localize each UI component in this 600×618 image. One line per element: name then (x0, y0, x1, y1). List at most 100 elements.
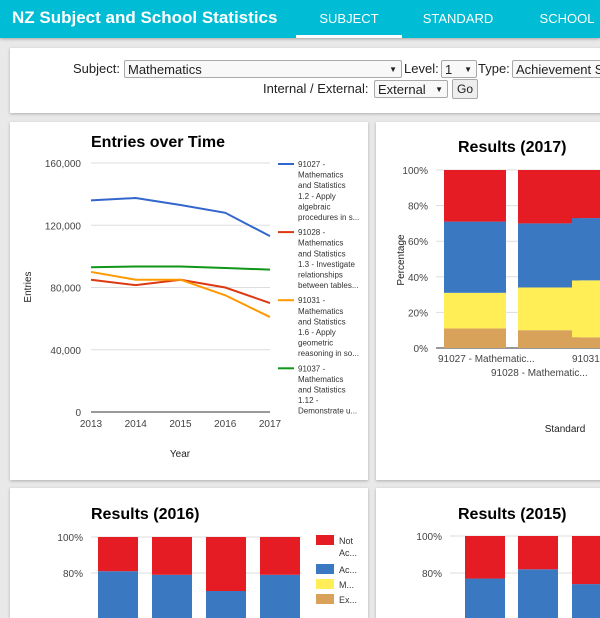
tab-standard[interactable]: STANDARD (405, 0, 511, 38)
legend-label: Mathematics (298, 239, 343, 248)
legend-label: 1.12 - (298, 396, 319, 405)
bar-segment (152, 574, 192, 618)
bar-segment (206, 591, 246, 618)
x-tick-label: 91031 - Math (572, 354, 600, 365)
y-axis-label: Entries (23, 271, 34, 302)
bar-segment (572, 218, 600, 281)
app-title: NZ Subject and School Statistics (12, 8, 278, 27)
internal-external-select[interactable]: External ▼ (374, 80, 448, 98)
bar-segment (444, 170, 506, 222)
entries-chart-card: Entries over Time 0 40,000 80,000 120,000 160… (10, 122, 368, 480)
legend-label: and Statistics (298, 249, 346, 258)
legend-label: and Statistics (298, 386, 346, 395)
y-tick-label: 0 (75, 408, 81, 419)
results-2016-chart: Results (2016) 80% 100% Not Ac... Ac... M... Ex… (57, 506, 357, 618)
legend-label: 91037 - (298, 364, 325, 373)
y-tick-label: 80% (63, 569, 83, 580)
y-tick-label: 40% (408, 273, 428, 284)
legend-label: 1.6 - Apply (298, 328, 336, 337)
subject-select-value: Mathematics (128, 62, 202, 77)
legend-label: Mathematics (298, 375, 343, 384)
legend-label: 91031 - (298, 296, 325, 305)
bar-segment (518, 170, 580, 224)
results-2015-chart: Results (2015) 80% 100% (416, 506, 600, 618)
x-tick-label: 91028 - Mathematic... (491, 368, 588, 379)
type-select-value: Achievement S (516, 62, 600, 77)
type-select[interactable]: Achievement S (512, 60, 600, 78)
bar-segment (518, 223, 580, 288)
y-tick-label: 80% (422, 569, 442, 580)
x-tick-label: 2015 (169, 419, 192, 430)
chart-title: Results (2016) (91, 506, 200, 523)
subject-label: Subject: (73, 61, 120, 76)
legend-label: Mathematics (298, 307, 343, 316)
legend-label: Mathematics (298, 171, 343, 180)
legend-label: Ac... (339, 565, 357, 575)
bar-segment (98, 571, 138, 618)
legend-label: between tables... (298, 281, 358, 290)
bar-segment (206, 537, 246, 591)
y-tick-label: 100% (402, 166, 428, 177)
x-tick-label: 2013 (80, 419, 103, 430)
legend-label: 91027 - (298, 160, 325, 169)
bar-segment (572, 170, 600, 219)
x-tick-label: 2014 (125, 419, 148, 430)
legend-label: Not (339, 536, 354, 546)
x-tick-label: 2016 (214, 419, 237, 430)
level-select-value: 1 (445, 62, 453, 77)
subject-select[interactable]: Mathematics ▼ (124, 60, 402, 78)
bar-segment (152, 537, 192, 575)
go-button[interactable]: Go (452, 79, 478, 99)
legend-swatch (316, 564, 334, 574)
legend-label: algebraic (298, 202, 330, 211)
legend-label: and Statistics (298, 181, 346, 190)
bar-segment (518, 287, 580, 331)
chevron-down-icon: ▼ (435, 85, 443, 94)
legend-swatch (316, 594, 334, 604)
legend-label: relationships (298, 271, 343, 280)
level-select[interactable]: 1 ▼ (441, 60, 477, 78)
bar-segment (444, 292, 506, 329)
internal-external-value: External (378, 82, 426, 97)
x-tick-label: 91027 - Mathematic... (438, 354, 535, 365)
x-axis-label: Year (170, 449, 191, 460)
results-2016-card: Results (2016) 80% 100% Not Ac... Ac... M... Ex… (10, 488, 368, 618)
bar-segment (518, 569, 558, 618)
y-tick-label: 120,000 (45, 221, 82, 232)
internal-external-label: Internal / External: (263, 81, 369, 96)
x-axis-label: Standard (545, 424, 586, 435)
y-tick-label: 60% (408, 237, 428, 248)
bar-segment (465, 578, 505, 618)
series-line (90, 197, 271, 238)
chart-title: Results (2017) (458, 139, 567, 156)
results-2017-card: Results (2017) 0% 20% 40% 60% 80% 100% 91027 - … (376, 122, 600, 480)
legend-label: Ac... (339, 548, 357, 558)
legend-label: procedures in s... (298, 213, 359, 222)
bar-segment (444, 221, 506, 293)
tab-subject[interactable]: SUBJECT (296, 0, 402, 38)
bar-segment (465, 536, 505, 579)
y-axis-label: Percentage (396, 234, 407, 286)
bar-segment (572, 280, 600, 338)
legend-label: 1.2 - Apply (298, 192, 336, 201)
top-app-bar: NZ Subject and School Statistics SUBJECT… (0, 0, 600, 38)
y-tick-label: 100% (416, 532, 442, 543)
bar-segment (518, 330, 580, 348)
chevron-down-icon: ▼ (464, 65, 472, 74)
legend-label: reasoning in so... (298, 349, 359, 358)
bar-segment (260, 574, 300, 618)
y-tick-label: 80% (408, 202, 428, 213)
bar-segment (444, 328, 506, 348)
legend-swatch (316, 535, 334, 545)
y-tick-label: 40,000 (50, 346, 81, 357)
bar-segment (260, 537, 300, 575)
bar-segment (572, 536, 600, 585)
y-tick-label: 0% (414, 344, 429, 355)
chevron-down-icon: ▼ (389, 65, 397, 74)
legend-label: M... (339, 580, 354, 590)
tab-school[interactable]: SCHOOL (514, 0, 600, 38)
x-tick-label: 2017 (259, 419, 282, 430)
legend-label: Ex... (339, 595, 357, 605)
legend-label: Demonstrate u... (298, 407, 357, 416)
y-tick-label: 100% (57, 533, 83, 544)
